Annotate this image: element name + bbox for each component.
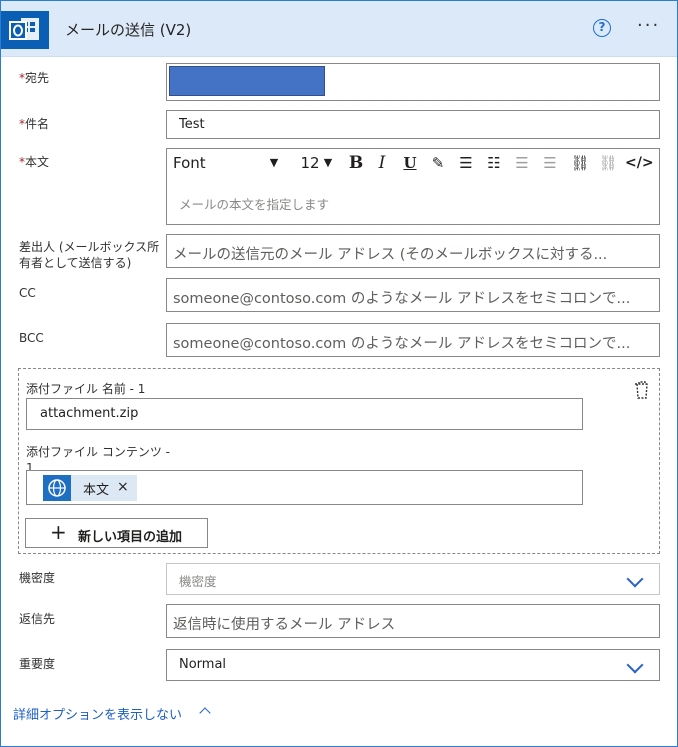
token-label: 本文: [83, 483, 110, 498]
link-icon[interactable]: ⛓: [569, 152, 591, 174]
add-new-item-label: 新しい項目の追加: [78, 530, 183, 545]
body-editor[interactable]: Font ▼ 12 ▼ B I U ✎ ☰ ☷ ☰ ☰ ⛓ ⛓ </> メールの…: [166, 148, 660, 225]
from-label: 差出人 (メールボックス所有者として送信する): [19, 240, 160, 270]
font-select[interactable]: Font: [173, 152, 253, 174]
attachment-name-field[interactable]: attachment.zip: [26, 398, 583, 430]
help-icon[interactable]: ?: [593, 19, 611, 37]
to-label-text: 宛先: [25, 71, 50, 85]
delete-item-icon[interactable]: [632, 380, 652, 400]
font-select-value: Font: [173, 154, 206, 172]
redacted-recipient: [169, 66, 325, 96]
body-label-text: 本文: [25, 155, 50, 169]
importance-value: Normal: [179, 657, 227, 672]
bcc-label: BCC: [19, 331, 44, 345]
send-email-action-card: メールの送信 (V2) ? ··· *宛先 *件名 Test *本文 Font …: [0, 0, 678, 747]
highlight-pen-icon[interactable]: ✎: [427, 152, 449, 174]
to-field[interactable]: [166, 63, 660, 101]
hide-advanced-options-link[interactable]: 詳細オプションを表示しない: [13, 704, 182, 723]
body-placeholder: メールの本文を指定します: [179, 197, 330, 212]
globe-icon: [43, 475, 71, 501]
action-header[interactable]: メールの送信 (V2) ? ···: [1, 1, 677, 57]
subject-label: *件名: [19, 116, 49, 132]
sensitivity-placeholder: 機密度: [179, 574, 217, 589]
subject-value: Test: [179, 117, 205, 132]
plus-icon: +: [50, 520, 67, 544]
bcc-field[interactable]: someone@contoso.com のようなメール アドレスをセミコロンで.…: [166, 323, 660, 357]
reply-to-label: 返信先: [19, 612, 56, 626]
numbered-list-icon[interactable]: ☷: [483, 152, 505, 174]
token-remove-icon[interactable]: ×: [117, 479, 129, 495]
more-options-icon[interactable]: ···: [637, 15, 660, 36]
dynamic-content-token[interactable]: 本文 ×: [43, 475, 137, 501]
body-label: *本文: [19, 154, 49, 170]
bold-icon[interactable]: B: [345, 152, 367, 174]
increase-indent-icon[interactable]: ☰: [539, 152, 561, 174]
code-view-icon[interactable]: </>: [625, 152, 654, 174]
italic-icon[interactable]: I: [371, 152, 393, 174]
chevron-down-icon: [626, 570, 644, 588]
sensitivity-dropdown[interactable]: 機密度: [166, 563, 660, 595]
subject-field[interactable]: Test: [166, 110, 660, 139]
attachment-name-label: 添付ファイル 名前 - 1: [26, 382, 146, 396]
cc-field[interactable]: someone@contoso.com のようなメール アドレスをセミコロンで.…: [166, 278, 660, 312]
sensitivity-label: 機密度: [19, 571, 56, 585]
attachments-group: 添付ファイル 名前 - 1 attachment.zip 添付ファイル コンテン…: [18, 368, 660, 554]
chevron-up-icon[interactable]: [199, 707, 211, 719]
outlook-icon: [1, 11, 49, 49]
bcc-placeholder: someone@contoso.com のようなメール アドレスをセミコロンで.…: [173, 336, 631, 352]
attachment-content-label: 添付ファイル コンテンツ - 1: [26, 445, 170, 470]
importance-dropdown[interactable]: Normal: [166, 649, 660, 681]
cc-label: CC: [19, 286, 36, 300]
from-field[interactable]: メールの送信元のメール アドレス (そのメールボックスに対する...: [166, 234, 660, 268]
from-placeholder: メールの送信元のメール アドレス (そのメールボックスに対する...: [173, 247, 608, 263]
attachment-content-field[interactable]: 本文 ×: [26, 470, 583, 505]
decrease-indent-icon[interactable]: ☰: [511, 152, 533, 174]
subject-label-text: 件名: [25, 117, 50, 131]
to-label: *宛先: [19, 70, 49, 86]
underline-icon[interactable]: U: [399, 152, 421, 174]
font-size-dropdown-icon[interactable]: ▼: [321, 152, 335, 174]
font-size-select[interactable]: 12: [299, 152, 321, 174]
chevron-down-icon: [626, 656, 644, 674]
font-dropdown-icon[interactable]: ▼: [267, 152, 281, 174]
attachment-name-value: attachment.zip: [40, 406, 139, 421]
cc-placeholder: someone@contoso.com のようなメール アドレスをセミコロンで.…: [173, 291, 631, 307]
importance-label: 重要度: [19, 657, 56, 671]
add-new-item-button[interactable]: + 新しい項目の追加: [25, 518, 208, 548]
rich-text-toolbar: Font ▼ 12 ▼ B I U ✎ ☰ ☷ ☰ ☰ ⛓ ⛓ </>: [167, 149, 659, 177]
reply-to-field[interactable]: 返信時に使用するメール アドレス: [166, 604, 660, 638]
unlink-icon[interactable]: ⛓: [597, 152, 619, 174]
bullet-list-icon[interactable]: ☰: [455, 152, 477, 174]
reply-to-placeholder: 返信時に使用するメール アドレス: [173, 617, 396, 633]
action-title: メールの送信 (V2): [65, 21, 192, 39]
